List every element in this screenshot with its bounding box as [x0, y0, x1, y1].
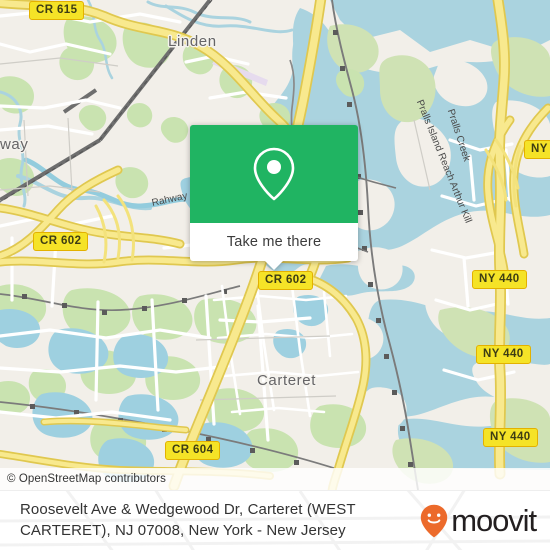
- location-popup-card[interactable]: Take me there: [190, 125, 358, 270]
- location-address: Roosevelt Ave & Wedgewood Dr, Carteret (…: [20, 501, 356, 539]
- moovit-brand[interactable]: moovit: [420, 504, 550, 538]
- footer-bar: Roosevelt Ave & Wedgewood Dr, Carteret (…: [0, 490, 550, 550]
- moovit-wordmark: moovit: [451, 503, 537, 538]
- map-shield-ny-440-lower[interactable]: NY 440: [483, 428, 538, 447]
- moovit-pin-smiley-icon: [421, 504, 448, 537]
- take-me-there-label: Take me there: [226, 234, 322, 250]
- map-shield-ny[interactable]: NY: [524, 140, 550, 159]
- map-place-label-rahway: way: [0, 136, 29, 153]
- map-shield-cr-602-center[interactable]: CR 602: [258, 271, 314, 290]
- popup-pointer-tail: [264, 260, 284, 270]
- attribution-text: © OpenStreetMap contributors: [7, 473, 166, 485]
- popup-action-bar[interactable]: Take me there: [190, 223, 358, 261]
- popup-header: [190, 125, 358, 223]
- location-pin-icon: [253, 147, 295, 201]
- map-shield-ny-440-upper[interactable]: NY 440: [472, 270, 527, 289]
- map-shield-cr-604[interactable]: CR 604: [165, 441, 221, 460]
- map-shield-cr-615[interactable]: CR 615: [29, 1, 85, 20]
- map-canvas[interactable]: Linden way Carteret Rahway R Pralls Isla…: [0, 0, 550, 490]
- map-attribution[interactable]: © OpenStreetMap contributors: [0, 468, 550, 490]
- map-place-label-carteret: Carteret: [257, 372, 316, 389]
- map-shield-ny-440-middle[interactable]: NY 440: [476, 345, 531, 364]
- map-place-label-linden: Linden: [168, 33, 217, 50]
- map-shield-cr-602-left[interactable]: CR 602: [33, 232, 89, 251]
- screenshot-root: Linden way Carteret Rahway R Pralls Isla…: [0, 0, 550, 550]
